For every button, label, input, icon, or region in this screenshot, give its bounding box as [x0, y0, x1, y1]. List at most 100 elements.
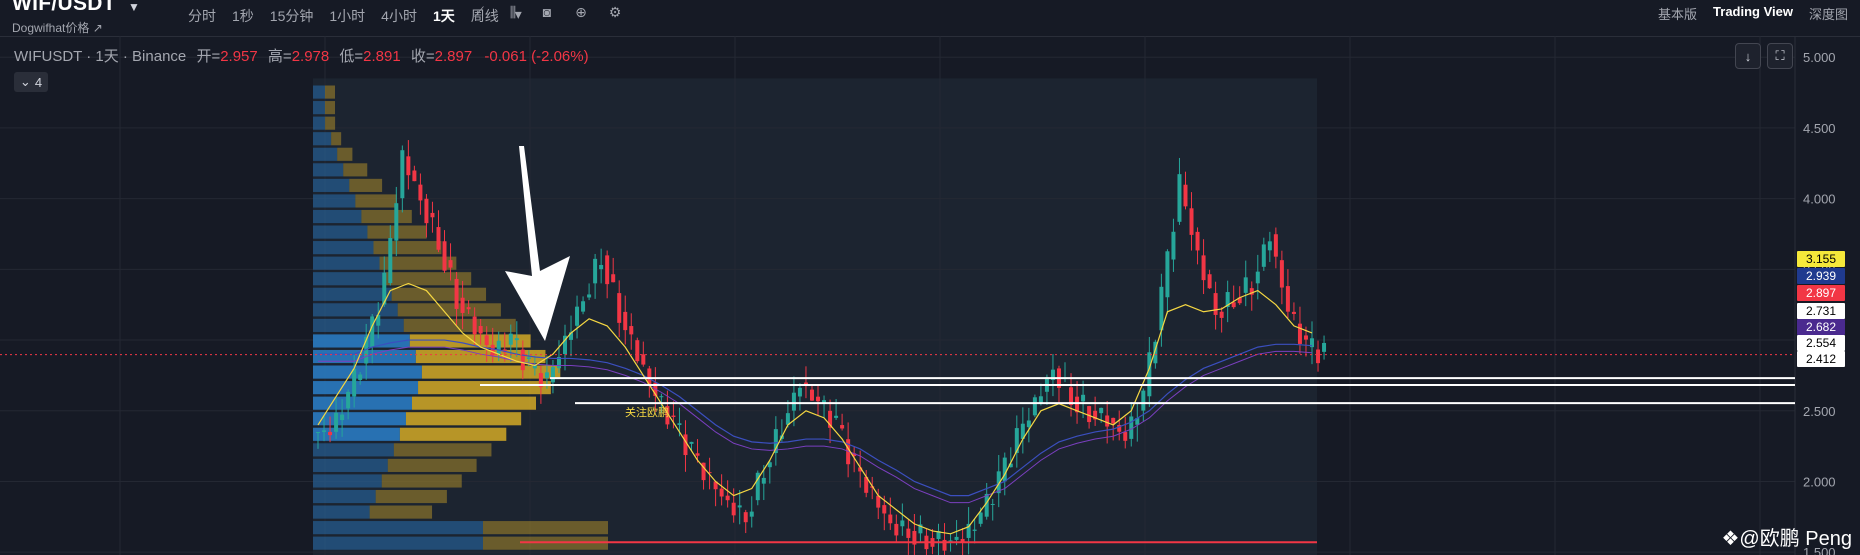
candle-body-1-1 [340, 414, 345, 421]
candle-body-15-1 [593, 258, 598, 284]
profile-gold-13 [391, 287, 487, 301]
candle-body-28-2 [834, 415, 839, 418]
profile-blue-23 [313, 443, 394, 457]
candle-body-32-1 [900, 520, 905, 527]
chevron-down-icon[interactable]: ▼ [128, 0, 140, 14]
candle-body-27-2 [816, 396, 821, 402]
indicator-icon[interactable]: ⟋ [468, 4, 490, 21]
candle-body-48-2 [1195, 231, 1200, 251]
price-tag-2: 2.897 [1806, 286, 1836, 300]
profile-blue-5 [313, 163, 344, 177]
candle-body-47-2 [1177, 174, 1182, 222]
profile-gold-19 [418, 381, 551, 395]
view-modes: 基本版 Trading View 深度图 [1658, 4, 1848, 23]
profile-blue-18 [313, 365, 422, 379]
camera-icon[interactable]: ◙ [536, 4, 558, 21]
candle-body-19-0 [659, 396, 664, 398]
profile-gold-27 [369, 505, 433, 519]
view-tradingview[interactable]: Trading View [1713, 4, 1793, 23]
profile-blue-22 [313, 427, 400, 441]
candle-body-26-0 [785, 413, 790, 425]
profile-gold-10 [373, 241, 442, 255]
candle-body-4-2 [400, 150, 405, 199]
profile-blue-1 [313, 101, 325, 115]
interval-1[interactable]: 1秒 [224, 4, 262, 28]
profile-gold-25 [381, 474, 462, 488]
profile-gold-26 [375, 489, 447, 504]
axis-label-2: 4.000 [1803, 192, 1836, 207]
view-basic[interactable]: 基本版 [1658, 4, 1697, 23]
candle-type-icon[interactable]: ⫼ [502, 4, 524, 21]
candle-body-52-0 [1255, 271, 1260, 284]
profile-blue-8 [313, 209, 362, 224]
candle-body-7-2 [454, 278, 459, 309]
candle-body-24-0 [749, 511, 754, 517]
top-toolbar: WIF/USDT ▼ Dogwifhat价格 ↗ 分时 1秒 15分钟 1小时 … [0, 0, 1860, 37]
candle-body-14-2 [581, 301, 586, 312]
view-depth[interactable]: 深度图 [1809, 4, 1848, 23]
candle-body-39-2 [1032, 397, 1037, 416]
candle-body-9-0 [478, 325, 483, 334]
candle-body-46-2 [1159, 286, 1164, 331]
candle-body-23-0 [731, 502, 736, 516]
candle-body-2-0 [352, 368, 357, 397]
ohlc-legend: WIFUSDT · 1天 · Binance 开=2.957 高=2.978 低… [14, 45, 589, 66]
candle-body-43-1 [1099, 407, 1104, 414]
candle-body-51-1 [1243, 277, 1248, 293]
legend-low: 2.891 [363, 48, 401, 65]
candle-body-53-2 [1285, 286, 1290, 312]
interval-3[interactable]: 1小时 [321, 4, 373, 28]
candle-body-44-0 [1111, 417, 1116, 424]
profile-gold-24 [387, 458, 477, 472]
candle-body-1-2 [346, 391, 351, 409]
candle-body-5-0 [406, 156, 411, 176]
candle-body-7-1 [448, 260, 453, 268]
price-tag-4: 2.682 [1806, 320, 1836, 334]
candle-body-49-2 [1213, 293, 1218, 315]
axis-label-5: 2.500 [1803, 404, 1836, 419]
candle-body-26-2 [797, 387, 802, 397]
candle-body-26-1 [791, 392, 796, 411]
symbol-title[interactable]: WIF/USDT [12, 0, 116, 16]
download-icon[interactable]: ↓ [1735, 43, 1761, 69]
fullscreen-icon[interactable]: ⛶ [1767, 43, 1793, 69]
interval-5[interactable]: 1天 [425, 4, 463, 28]
axis-label-0: 5.000 [1803, 50, 1836, 65]
price-tag-5: 2.554 [1806, 336, 1836, 350]
tool-icons: ⟋ ⫼ ◙ ⊕ ⚙ [468, 4, 626, 21]
profile-blue-21 [313, 412, 406, 426]
axis-label-6: 2.000 [1803, 474, 1836, 489]
interval-4[interactable]: 4小时 [373, 4, 425, 28]
candle-body-17-1 [629, 326, 634, 335]
candle-body-35-0 [948, 540, 953, 542]
interval-0[interactable]: 分时 [180, 4, 224, 28]
candle-body-19-2 [671, 415, 676, 418]
candle-body-48-0 [1183, 184, 1188, 207]
profile-gold-17 [415, 349, 546, 364]
candle-body-4-0 [388, 237, 393, 284]
profile-gold-4 [337, 147, 353, 161]
candle-body-49-0 [1201, 255, 1206, 281]
gear-icon[interactable]: ⚙ [604, 4, 626, 21]
profile-blue-0 [313, 85, 325, 99]
profile-blue-13 [313, 287, 392, 301]
interval-2[interactable]: 15分钟 [262, 4, 322, 28]
plus-circle-icon[interactable]: ⊕ [570, 4, 592, 21]
symbol-subtitle[interactable]: Dogwifhat价格 ↗ [12, 19, 103, 36]
candle-body-22-1 [719, 488, 724, 497]
profile-gold-21 [405, 412, 522, 426]
chevron-down-icon: ⌄ [19, 74, 31, 89]
profile-gold-14 [397, 303, 501, 317]
price-chart[interactable]: 关注欧鹏5.0004.5004.0003.5003.0002.5002.0001… [0, 36, 1860, 555]
candle-body-16-0 [605, 255, 610, 285]
candle-body-15-0 [587, 294, 592, 298]
candle-body-37-1 [990, 503, 995, 505]
candle-body-6-1 [430, 212, 435, 218]
candle-body-9-1 [484, 335, 489, 346]
candle-body-1-0 [334, 412, 339, 432]
candle-body-32-0 [894, 523, 899, 536]
candle-body-45-2 [1141, 390, 1146, 411]
candle-body-52-2 [1267, 241, 1272, 251]
profile-blue-9 [313, 225, 368, 239]
indicator-toggle-button[interactable]: ⌄ 4 [14, 72, 48, 92]
